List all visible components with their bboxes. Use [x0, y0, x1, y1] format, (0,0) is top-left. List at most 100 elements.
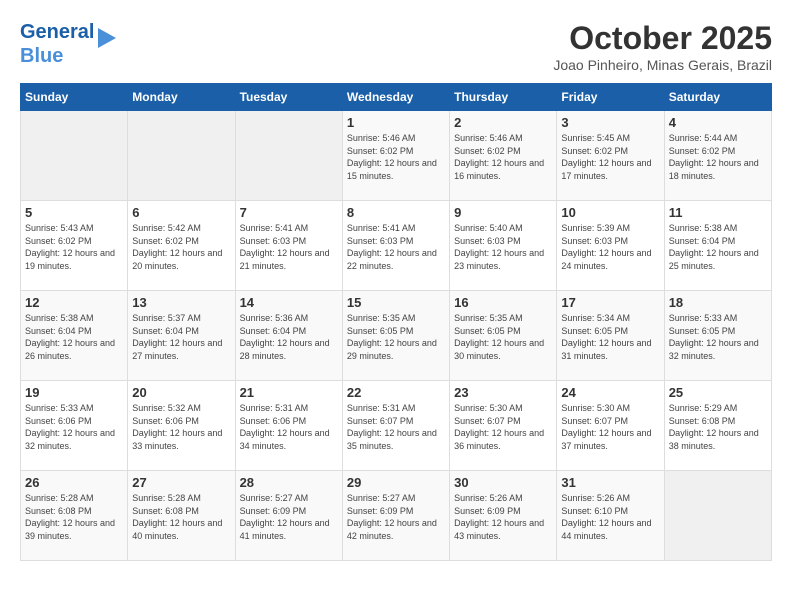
cell-info: Sunrise: 5:45 AM Sunset: 6:02 PM Dayligh…	[561, 132, 659, 182]
calendar-cell: 28 Sunrise: 5:27 AM Sunset: 6:09 PM Dayli…	[235, 471, 342, 561]
day-number: 3	[561, 115, 659, 130]
cell-info: Sunrise: 5:38 AM Sunset: 6:04 PM Dayligh…	[25, 312, 123, 362]
logo-text: General Blue	[20, 20, 94, 68]
week-row-4: 19 Sunrise: 5:33 AM Sunset: 6:06 PM Dayli…	[21, 381, 772, 471]
page-header: General Blue October 2025 Joao Pinheiro,…	[20, 20, 772, 73]
cell-info: Sunrise: 5:39 AM Sunset: 6:03 PM Dayligh…	[561, 222, 659, 272]
cell-info: Sunrise: 5:36 AM Sunset: 6:04 PM Dayligh…	[240, 312, 338, 362]
calendar-cell: 16 Sunrise: 5:35 AM Sunset: 6:05 PM Dayli…	[450, 291, 557, 381]
day-number: 5	[25, 205, 123, 220]
day-number: 11	[669, 205, 767, 220]
calendar-cell: 7Sunrise: 5:41 AM Sunset: 6:03 PM Daylig…	[235, 201, 342, 291]
calendar-cell: 6 Sunrise: 5:42 AM Sunset: 6:02 PM Daylig…	[128, 201, 235, 291]
calendar-cell: 31 Sunrise: 5:26 AM Sunset: 6:10 PM Dayli…	[557, 471, 664, 561]
cell-info: Sunrise: 5:27 AM Sunset: 6:09 PM Dayligh…	[240, 492, 338, 542]
cell-info: Sunrise: 5:33 AM Sunset: 6:05 PM Dayligh…	[669, 312, 767, 362]
day-number: 8	[347, 205, 445, 220]
calendar-cell: 11 Sunrise: 5:38 AM Sunset: 6:04 PM Dayli…	[664, 201, 771, 291]
cell-info: Sunrise: 5:34 AM Sunset: 6:05 PM Dayligh…	[561, 312, 659, 362]
cell-info: Sunrise: 5:40 AM Sunset: 6:03 PM Dayligh…	[454, 222, 552, 272]
cell-info: Sunrise: 5:41 AM Sunset: 6:03 PM Dayligh…	[240, 222, 338, 272]
header-day-sunday: Sunday	[21, 84, 128, 111]
day-number: 19	[25, 385, 123, 400]
cell-info: Sunrise: 5:37 AM Sunset: 6:04 PM Dayligh…	[132, 312, 230, 362]
day-number: 6	[132, 205, 230, 220]
calendar-cell: 30 Sunrise: 5:26 AM Sunset: 6:09 PM Dayli…	[450, 471, 557, 561]
calendar-cell: 12Sunrise: 5:38 AM Sunset: 6:04 PM Dayli…	[21, 291, 128, 381]
calendar-cell: 4 Sunrise: 5:44 AM Sunset: 6:02 PM Daylig…	[664, 111, 771, 201]
calendar-cell: 5 Sunrise: 5:43 AM Sunset: 6:02 PM Daylig…	[21, 201, 128, 291]
calendar-cell	[128, 111, 235, 201]
header-day-saturday: Saturday	[664, 84, 771, 111]
cell-info: Sunrise: 5:28 AM Sunset: 6:08 PM Dayligh…	[132, 492, 230, 542]
day-number: 17	[561, 295, 659, 310]
day-number: 28	[240, 475, 338, 490]
calendar-cell: 29 Sunrise: 5:27 AM Sunset: 6:09 PM Dayli…	[342, 471, 449, 561]
calendar-cell: 13 Sunrise: 5:37 AM Sunset: 6:04 PM Dayli…	[128, 291, 235, 381]
week-row-3: 12Sunrise: 5:38 AM Sunset: 6:04 PM Dayli…	[21, 291, 772, 381]
calendar-cell: 3 Sunrise: 5:45 AM Sunset: 6:02 PM Daylig…	[557, 111, 664, 201]
cell-info: Sunrise: 5:44 AM Sunset: 6:02 PM Dayligh…	[669, 132, 767, 182]
calendar-table: SundayMondayTuesdayWednesdayThursdayFrid…	[20, 83, 772, 561]
cell-info: Sunrise: 5:29 AM Sunset: 6:08 PM Dayligh…	[669, 402, 767, 452]
day-number: 16	[454, 295, 552, 310]
cell-info: Sunrise: 5:26 AM Sunset: 6:10 PM Dayligh…	[561, 492, 659, 542]
title-block: October 2025 Joao Pinheiro, Minas Gerais…	[553, 20, 772, 73]
calendar-cell: 1 Sunrise: 5:46 AM Sunset: 6:02 PM Daylig…	[342, 111, 449, 201]
cell-info: Sunrise: 5:35 AM Sunset: 6:05 PM Dayligh…	[347, 312, 445, 362]
day-number: 31	[561, 475, 659, 490]
cell-info: Sunrise: 5:26 AM Sunset: 6:09 PM Dayligh…	[454, 492, 552, 542]
logo: General Blue	[20, 20, 118, 68]
calendar-cell: 15 Sunrise: 5:35 AM Sunset: 6:05 PM Dayli…	[342, 291, 449, 381]
header-day-wednesday: Wednesday	[342, 84, 449, 111]
week-row-2: 5 Sunrise: 5:43 AM Sunset: 6:02 PM Daylig…	[21, 201, 772, 291]
cell-info: Sunrise: 5:43 AM Sunset: 6:02 PM Dayligh…	[25, 222, 123, 272]
cell-info: Sunrise: 5:32 AM Sunset: 6:06 PM Dayligh…	[132, 402, 230, 452]
week-row-1: 1 Sunrise: 5:46 AM Sunset: 6:02 PM Daylig…	[21, 111, 772, 201]
logo-arrow-icon	[98, 26, 118, 50]
calendar-cell	[235, 111, 342, 201]
day-number: 20	[132, 385, 230, 400]
cell-info: Sunrise: 5:41 AM Sunset: 6:03 PM Dayligh…	[347, 222, 445, 272]
cell-info: Sunrise: 5:30 AM Sunset: 6:07 PM Dayligh…	[561, 402, 659, 452]
cell-info: Sunrise: 5:35 AM Sunset: 6:05 PM Dayligh…	[454, 312, 552, 362]
week-row-5: 26 Sunrise: 5:28 AM Sunset: 6:08 PM Dayli…	[21, 471, 772, 561]
day-number: 30	[454, 475, 552, 490]
day-number: 23	[454, 385, 552, 400]
cell-info: Sunrise: 5:42 AM Sunset: 6:02 PM Dayligh…	[132, 222, 230, 272]
day-number: 4	[669, 115, 767, 130]
cell-info: Sunrise: 5:46 AM Sunset: 6:02 PM Dayligh…	[454, 132, 552, 182]
calendar-cell: 18Sunrise: 5:33 AM Sunset: 6:05 PM Dayli…	[664, 291, 771, 381]
day-number: 22	[347, 385, 445, 400]
location: Joao Pinheiro, Minas Gerais, Brazil	[553, 57, 772, 73]
day-number: 10	[561, 205, 659, 220]
day-number: 26	[25, 475, 123, 490]
day-number: 9	[454, 205, 552, 220]
day-number: 29	[347, 475, 445, 490]
day-number: 13	[132, 295, 230, 310]
calendar-cell: 21Sunrise: 5:31 AM Sunset: 6:06 PM Dayli…	[235, 381, 342, 471]
day-number: 27	[132, 475, 230, 490]
header-day-tuesday: Tuesday	[235, 84, 342, 111]
month-title: October 2025	[553, 20, 772, 57]
day-number: 14	[240, 295, 338, 310]
calendar-cell	[664, 471, 771, 561]
day-number: 25	[669, 385, 767, 400]
calendar-cell: 2Sunrise: 5:46 AM Sunset: 6:02 PM Daylig…	[450, 111, 557, 201]
calendar-cell: 14 Sunrise: 5:36 AM Sunset: 6:04 PM Dayli…	[235, 291, 342, 381]
cell-info: Sunrise: 5:38 AM Sunset: 6:04 PM Dayligh…	[669, 222, 767, 272]
day-number: 1	[347, 115, 445, 130]
calendar-cell: 20 Sunrise: 5:32 AM Sunset: 6:06 PM Dayli…	[128, 381, 235, 471]
cell-info: Sunrise: 5:33 AM Sunset: 6:06 PM Dayligh…	[25, 402, 123, 452]
cell-info: Sunrise: 5:46 AM Sunset: 6:02 PM Dayligh…	[347, 132, 445, 182]
calendar-cell: 24Sunrise: 5:30 AM Sunset: 6:07 PM Dayli…	[557, 381, 664, 471]
calendar-cell	[21, 111, 128, 201]
header-day-monday: Monday	[128, 84, 235, 111]
cell-info: Sunrise: 5:27 AM Sunset: 6:09 PM Dayligh…	[347, 492, 445, 542]
header-row: SundayMondayTuesdayWednesdayThursdayFrid…	[21, 84, 772, 111]
calendar-cell: 9 Sunrise: 5:40 AM Sunset: 6:03 PM Daylig…	[450, 201, 557, 291]
cell-info: Sunrise: 5:28 AM Sunset: 6:08 PM Dayligh…	[25, 492, 123, 542]
day-number: 15	[347, 295, 445, 310]
calendar-header: SundayMondayTuesdayWednesdayThursdayFrid…	[21, 84, 772, 111]
calendar-cell: 17 Sunrise: 5:34 AM Sunset: 6:05 PM Dayli…	[557, 291, 664, 381]
